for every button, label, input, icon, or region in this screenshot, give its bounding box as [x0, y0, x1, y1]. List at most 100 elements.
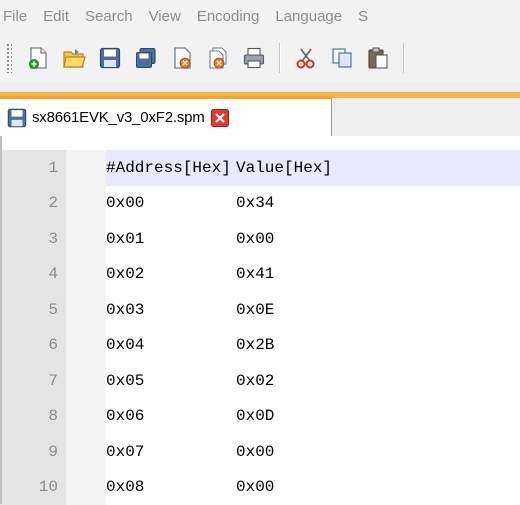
address-cell: 0x03	[106, 301, 236, 319]
line-number: 8	[0, 399, 66, 435]
menu-bar: File Edit Search View Encoding Language …	[0, 0, 520, 34]
value-cell: 0x2B	[236, 336, 386, 354]
value-cell: 0x00	[236, 478, 386, 496]
cut-icon	[294, 46, 318, 70]
tab-active-file[interactable]: sx8661EVK_v3_0xF2.spm	[0, 96, 332, 136]
close-icon[interactable]	[211, 109, 229, 127]
menu-view[interactable]: View	[141, 0, 189, 34]
editor-area[interactable]: 1#Address[Hex]Value[Hex]20x000x3430x010x…	[0, 136, 520, 504]
close-all-icon	[206, 46, 230, 70]
fold-margin	[66, 221, 106, 257]
code-line[interactable]: 4 0x020x41	[0, 257, 520, 293]
fold-margin	[66, 470, 106, 505]
close-all-button[interactable]	[205, 45, 231, 71]
fold-margin	[66, 399, 106, 435]
tab-title: sx8661EVK_v3_0xF2.spm	[32, 109, 205, 126]
line-number: 7	[0, 363, 66, 399]
line-number: 10	[0, 470, 66, 505]
code-line[interactable]: 10 0x080x00	[0, 470, 520, 505]
code-text[interactable]: #Address[Hex]Value[Hex]	[106, 150, 520, 186]
saved-file-icon	[6, 107, 28, 129]
code-text[interactable]: 0x000x34	[106, 186, 520, 222]
code-text[interactable]: 0x040x2B	[106, 328, 520, 364]
editor-left-border	[0, 136, 2, 504]
save-button[interactable]	[97, 45, 123, 71]
code-line[interactable]: 7 0x050x02	[0, 363, 520, 399]
close-file-button[interactable]	[169, 45, 195, 71]
value-cell: 0x02	[236, 372, 386, 390]
save-icon	[98, 46, 122, 70]
code-line[interactable]: 8 0x060x0D	[0, 399, 520, 435]
value-cell: 0x0D	[236, 407, 386, 425]
paste-icon	[366, 46, 390, 70]
print-button[interactable]	[241, 45, 267, 71]
fold-margin	[66, 186, 106, 222]
code-line[interactable]: 5 0x030x0E	[0, 292, 520, 328]
copy-button[interactable]	[329, 45, 355, 71]
toolbar-separator	[403, 43, 405, 73]
line-number: 5	[0, 292, 66, 328]
line-number: 3	[0, 221, 66, 257]
menu-file[interactable]: File	[0, 0, 35, 34]
address-cell: 0x06	[106, 407, 236, 425]
address-cell: 0x04	[106, 336, 236, 354]
save-all-icon	[134, 46, 158, 70]
fold-margin	[66, 363, 106, 399]
print-icon	[242, 46, 266, 70]
address-cell: 0x07	[106, 443, 236, 461]
menu-settings-truncated[interactable]: S	[350, 0, 376, 34]
menu-encoding[interactable]: Encoding	[189, 0, 268, 34]
code-lines: 1#Address[Hex]Value[Hex]20x000x3430x010x…	[0, 150, 520, 505]
line-number: 4	[0, 257, 66, 293]
code-line[interactable]: 3 0x010x00	[0, 221, 520, 257]
new-file-button[interactable]	[25, 45, 51, 71]
address-cell: 0x01	[106, 230, 236, 248]
fold-margin	[66, 150, 106, 186]
save-all-button[interactable]	[133, 45, 159, 71]
toolbar	[0, 34, 520, 82]
toolbar-separator	[279, 43, 281, 73]
address-cell: #Address[Hex]	[106, 159, 236, 177]
code-text[interactable]: 0x050x02	[106, 363, 520, 399]
line-number: 1	[0, 150, 66, 186]
close-file-icon	[170, 46, 194, 70]
open-file-button[interactable]	[61, 45, 87, 71]
code-line[interactable]: 9 0x070x00	[0, 434, 520, 470]
code-line-current[interactable]: 1 #Address[Hex]Value[Hex]	[0, 150, 520, 186]
address-cell: 0x05	[106, 372, 236, 390]
menu-edit[interactable]: Edit	[35, 0, 77, 34]
editor-top-padding	[0, 136, 520, 150]
line-number: 9	[0, 434, 66, 470]
code-text[interactable]: 0x070x00	[106, 434, 520, 470]
code-text[interactable]: 0x080x00	[106, 470, 520, 505]
fold-margin	[66, 434, 106, 470]
cut-button[interactable]	[293, 45, 319, 71]
value-cell: Value[Hex]	[236, 159, 386, 177]
value-cell: 0x00	[236, 443, 386, 461]
copy-icon	[330, 46, 354, 70]
open-file-icon	[62, 46, 86, 70]
value-cell: 0x34	[236, 194, 386, 212]
code-line[interactable]: 2 0x000x34	[0, 186, 520, 222]
code-text[interactable]: 0x010x00	[106, 221, 520, 257]
code-text[interactable]: 0x030x0E	[106, 292, 520, 328]
code-text[interactable]: 0x020x41	[106, 257, 520, 293]
tab-bar: sx8661EVK_v3_0xF2.spm	[0, 82, 520, 136]
paste-button[interactable]	[365, 45, 391, 71]
fold-margin	[66, 292, 106, 328]
address-cell: 0x08	[106, 478, 236, 496]
code-line[interactable]: 6 0x040x2B	[0, 328, 520, 364]
address-cell: 0x00	[106, 194, 236, 212]
toolbar-grip-handle[interactable]	[6, 43, 12, 73]
line-number: 2	[0, 186, 66, 222]
value-cell: 0x0E	[236, 301, 386, 319]
value-cell: 0x00	[236, 230, 386, 248]
fold-margin	[66, 328, 106, 364]
line-number: 6	[0, 328, 66, 364]
menu-language[interactable]: Language	[267, 0, 350, 34]
address-cell: 0x02	[106, 265, 236, 283]
value-cell: 0x41	[236, 265, 386, 283]
code-text[interactable]: 0x060x0D	[106, 399, 520, 435]
menu-search[interactable]: Search	[77, 0, 141, 34]
fold-margin	[66, 257, 106, 293]
